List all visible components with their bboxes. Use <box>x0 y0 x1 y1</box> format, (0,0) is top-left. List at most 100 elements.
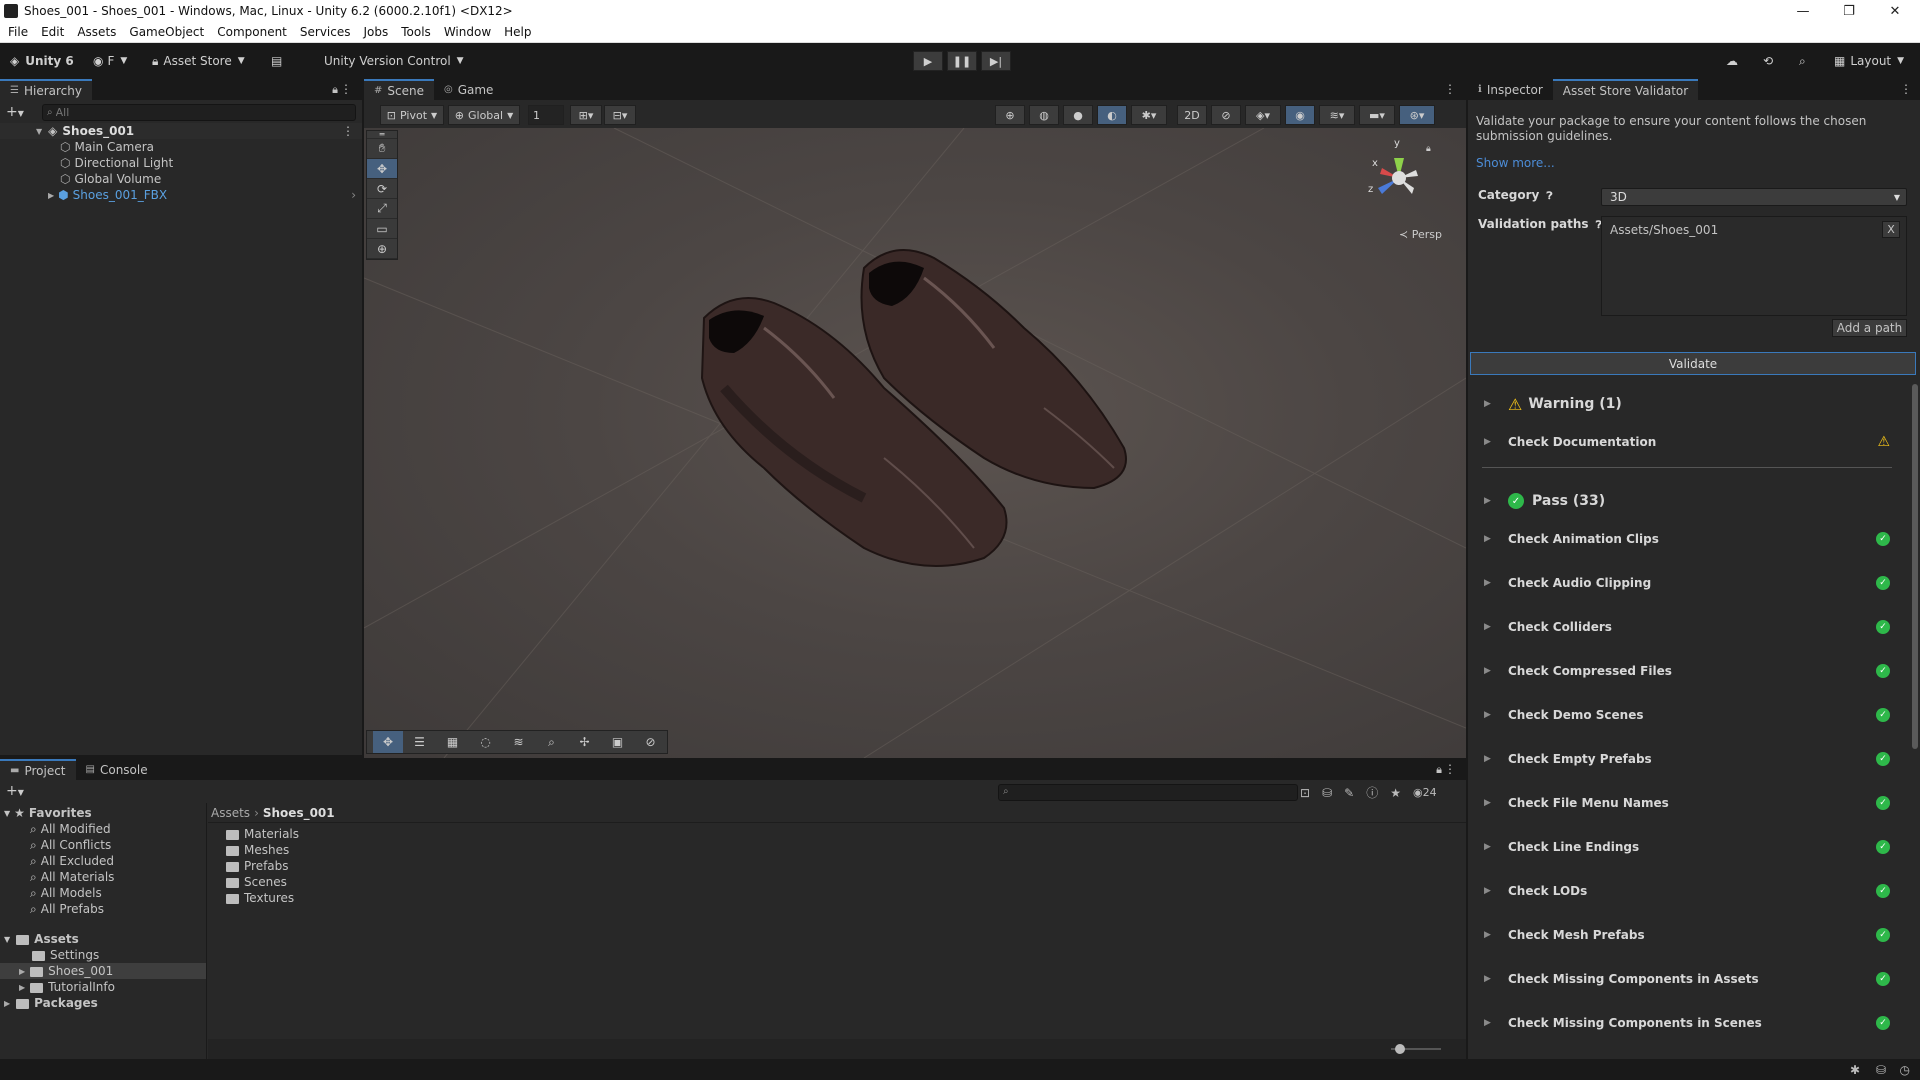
account-dropdown[interactable]: ◉ F ▼ <box>93 54 127 68</box>
overlay-move[interactable]: ✥ <box>373 731 403 753</box>
chevron-right-icon[interactable]: › <box>351 188 356 202</box>
history-button[interactable]: ⟲ <box>1763 54 1773 68</box>
menu-component[interactable]: Component <box>217 25 287 39</box>
favorite-item[interactable]: ⌕ All Materials <box>30 869 114 885</box>
hierarchy-search[interactable]: ⌕ <box>42 104 356 121</box>
overlay-layers[interactable]: ≋ <box>502 731 535 753</box>
close-button[interactable]: ✕ <box>1872 0 1918 22</box>
gizmo-lock-icon[interactable]: 🔒︎ <box>1426 144 1431 154</box>
version-control-dropdown[interactable]: Unity Version Control ▼ <box>324 54 464 68</box>
favorite-item[interactable]: ⌕ All Models <box>30 885 102 901</box>
package-manager-button[interactable]: ▤ <box>271 54 282 68</box>
global-dropdown[interactable]: ⊕ Global ▼ <box>448 105 520 125</box>
gizmo-toggle[interactable]: ⊕ <box>995 105 1025 125</box>
more-icon[interactable]: ⋮ <box>340 82 352 96</box>
perspective-label[interactable]: ≺ Persp <box>1399 228 1442 241</box>
tab-project[interactable]: ▬ Project <box>0 759 76 780</box>
lock-icon[interactable]: 🔒︎ <box>1436 763 1442 777</box>
pass-item[interactable]: ▶ Check Mesh Prefabs ✓ <box>1484 917 1920 953</box>
unity-account-button[interactable]: ◈ Unity 6 <box>10 54 74 68</box>
tab-hierarchy[interactable]: ☰ Hierarchy <box>0 79 92 100</box>
more-icon[interactable]: ⋮ <box>1444 762 1456 776</box>
tab-asset-store-validator[interactable]: Asset Store Validator <box>1552 79 1699 100</box>
hierarchy-item[interactable]: ⬡ Directional Light <box>0 155 362 171</box>
tab-game[interactable]: ◎ Game <box>434 79 503 100</box>
warning-item[interactable]: ▶ Check Documentation ⚠ <box>1484 424 1920 460</box>
audio-toggle[interactable]: ⊘ <box>1211 105 1241 125</box>
asset-tree-item[interactable]: Settings <box>0 947 206 963</box>
transform-tool[interactable]: ⊕ <box>367 239 397 259</box>
pass-item[interactable]: ▶ Check LODs ✓ <box>1484 873 1920 909</box>
play-button[interactable]: ▶ <box>913 51 943 71</box>
packages-root[interactable]: ▶ Packages <box>0 995 206 1011</box>
hierarchy-item[interactable]: ⬡ Global Volume <box>0 171 362 187</box>
info-icon[interactable]: ⓘ <box>1366 784 1378 801</box>
search-by-type-icon[interactable]: ⊡ <box>1300 786 1310 800</box>
search-by-label-icon[interactable]: ⛁ <box>1322 786 1332 800</box>
menu-file[interactable]: File <box>8 25 28 39</box>
more-icon[interactable]: ⋮ <box>1444 82 1456 96</box>
favorite-item[interactable]: ⌕ All Excluded <box>30 853 114 869</box>
favorite-item[interactable]: ⌕ All Conflicts <box>30 837 111 853</box>
shaded-toggle[interactable]: ● <box>1063 105 1093 125</box>
hierarchy-search-input[interactable] <box>55 106 336 119</box>
menu-help[interactable]: Help <box>504 25 531 39</box>
rect-tool[interactable]: ▭ <box>367 219 397 239</box>
overlay-pan[interactable]: ✢ <box>568 731 601 753</box>
progress-icon[interactable]: ◷ <box>1900 1063 1910 1077</box>
pass-item[interactable]: ▶ Check Audio Clipping ✓ <box>1484 565 1920 601</box>
category-dropdown[interactable]: 3D ▼ <box>1601 188 1907 206</box>
content-folder[interactable]: Prefabs <box>226 858 1466 874</box>
menu-gameobject[interactable]: GameObject <box>129 25 204 39</box>
hand-tool[interactable]: ✋︎ <box>367 139 397 159</box>
pass-item[interactable]: ▶ Check Animation Clips ✓ <box>1484 521 1920 557</box>
layout-dropdown[interactable]: ▦ Layout ▼ <box>1834 54 1904 68</box>
overlay-align[interactable]: ☰ <box>403 731 436 753</box>
grid-size-field[interactable]: 1 <box>528 105 564 125</box>
create-asset-button[interactable]: +▼ <box>6 783 24 799</box>
effects-toggle[interactable]: ◈▾ <box>1245 105 1281 125</box>
pause-button[interactable]: ❚❚ <box>947 51 977 71</box>
asset-store-dropdown[interactable]: 🔒︎ Asset Store ▼ <box>152 54 245 69</box>
star-icon[interactable]: ★ <box>1390 786 1401 800</box>
asset-tree-item-selected[interactable]: ▶ Shoes_001 <box>0 963 206 979</box>
pass-item[interactable]: ▶ Check Line Endings ✓ <box>1484 829 1920 865</box>
favorite-item[interactable]: ⌕ All Prefabs <box>30 901 104 917</box>
wireframe-toggle[interactable]: ◍ <box>1029 105 1059 125</box>
step-button[interactable]: ▶| <box>981 51 1011 71</box>
visibility-toggle[interactable]: ◉ <box>1285 105 1315 125</box>
hidden-count[interactable]: ◉24 <box>1413 786 1437 799</box>
tag-icon[interactable]: ✎ <box>1344 786 1354 800</box>
hierarchy-item[interactable]: ⬡ Main Camera <box>0 139 362 155</box>
camera-dropdown[interactable]: ▬▾ <box>1359 105 1395 125</box>
lit-toggle[interactable]: ◐ <box>1097 105 1127 125</box>
scene-viewport[interactable]: ═ ✋︎ ✥ ⟳ ⤢ ▭ ⊕ y x z 🔒︎ ≺ Persp ✥ ☰ ▦ ◌ … <box>364 128 1466 758</box>
pass-item[interactable]: ▶ Check File Menu Names ✓ <box>1484 785 1920 821</box>
warning-group-header[interactable]: ▶ ⚠ Warning (1) <box>1484 386 1920 422</box>
pass-item[interactable]: ▶ Check Empty Prefabs ✓ <box>1484 741 1920 777</box>
cache-server-icon[interactable]: ⛁ <box>1876 1063 1886 1077</box>
remove-path-button[interactable]: X <box>1882 221 1900 238</box>
menu-jobs[interactable]: Jobs <box>364 25 389 39</box>
pass-item[interactable]: ▶ Check Missing Components in Scenes ✓ <box>1484 1005 1920 1041</box>
validate-button[interactable]: Validate <box>1470 352 1916 375</box>
overlay-orbit[interactable]: ◌ <box>469 731 502 753</box>
scale-tool[interactable]: ⤢ <box>367 199 397 219</box>
gizmos-dropdown[interactable]: ⊛▾ <box>1399 105 1435 125</box>
menu-services[interactable]: Services <box>300 25 351 39</box>
maximize-button[interactable]: ❐ <box>1826 0 1872 22</box>
overlay-grid[interactable]: ▦ <box>436 731 469 753</box>
2d-toggle[interactable]: 2D <box>1177 105 1207 125</box>
rotate-tool[interactable]: ⟳ <box>367 179 397 199</box>
menu-window[interactable]: Window <box>444 25 491 39</box>
more-icon[interactable]: ⋮ <box>1900 82 1912 96</box>
content-folder[interactable]: Meshes <box>226 842 1466 858</box>
show-more-link[interactable]: Show more... <box>1476 156 1555 170</box>
overlay-compass[interactable]: ⊘ <box>634 731 667 753</box>
pass-item[interactable]: ▶ Check Demo Scenes ✓ <box>1484 697 1920 733</box>
orientation-gizmo[interactable]: y x z 🔒︎ <box>1364 138 1434 210</box>
project-search-input[interactable]: ⌕ <box>998 784 1298 801</box>
tab-scene[interactable]: # Scene <box>364 79 434 100</box>
menu-edit[interactable]: Edit <box>41 25 64 39</box>
pass-item[interactable]: ▶ Check Missing Components in Assets ✓ <box>1484 961 1920 997</box>
